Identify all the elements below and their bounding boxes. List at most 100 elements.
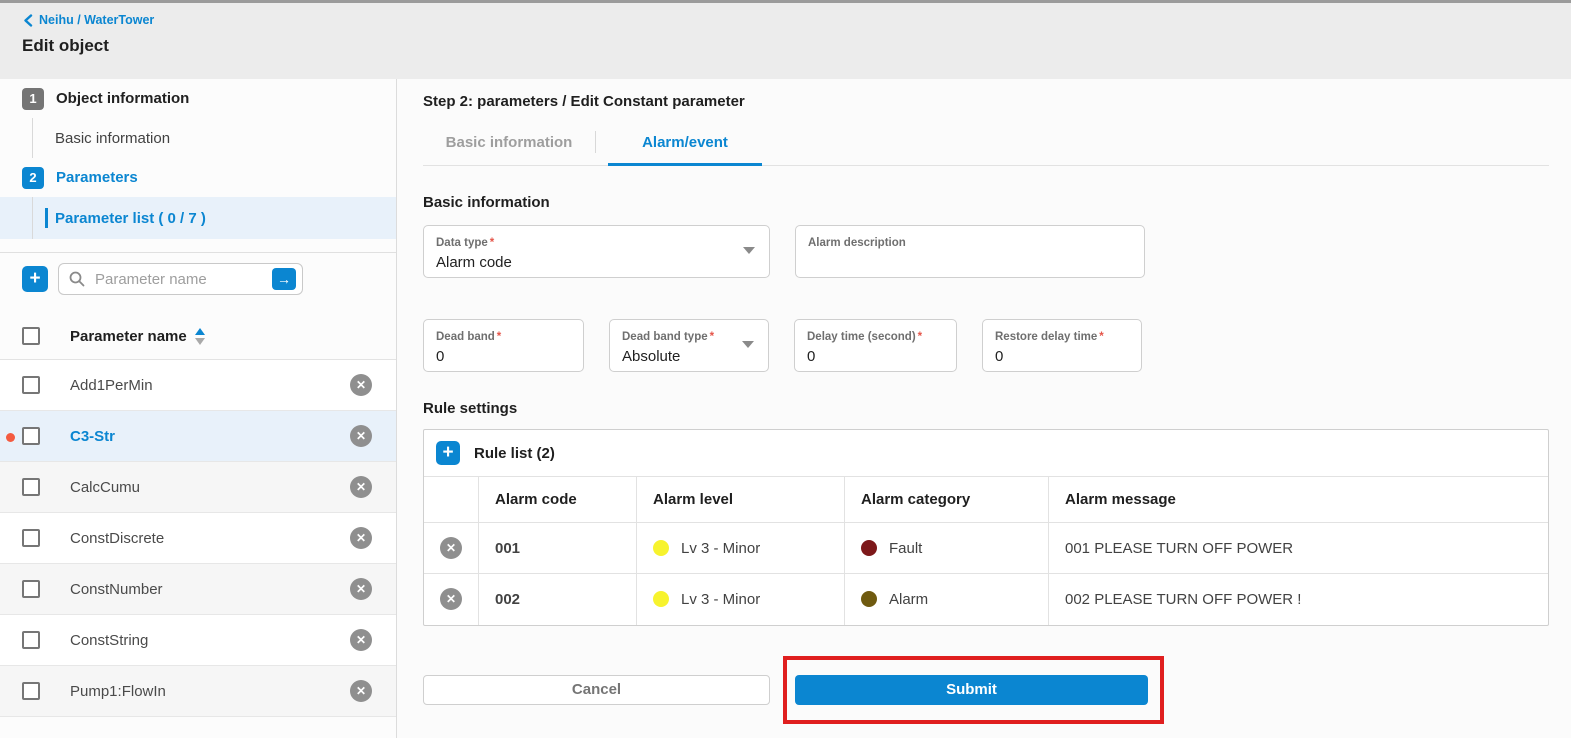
list-item[interactable]: CalcCumu ✕ (0, 462, 396, 513)
delete-parameter-icon[interactable]: ✕ (350, 425, 372, 447)
select-all-checkbox[interactable] (22, 327, 40, 345)
parameter-name-column-header: Parameter name (70, 328, 187, 345)
restore-delay-time-label: Restore delay time (995, 331, 1097, 343)
cancel-button[interactable]: Cancel (423, 675, 770, 705)
alarm-code-column-header: Alarm code (479, 477, 637, 523)
alarm-message-cell: 001 PLEASE TURN OFF POWER (1049, 523, 1549, 574)
step-parameters[interactable]: 2 Parameters (0, 158, 396, 197)
rule-list-panel: + Rule list (2) Alarm code Alarm level A… (423, 429, 1549, 626)
required-mark: * (918, 331, 922, 343)
parameter-name: Add1PerMin (70, 377, 153, 394)
search-input[interactable] (58, 263, 303, 295)
submit-button[interactable]: Submit (795, 675, 1148, 705)
page-title: Edit object (22, 36, 1571, 56)
step-2-badge: 2 (22, 167, 44, 189)
delete-rule-icon[interactable]: ✕ (440, 537, 462, 559)
dead-band-field[interactable]: Dead band* 0 (423, 319, 584, 372)
parameter-list: Add1PerMin ✕ C3-Str ✕ CalcCumu ✕ ConstDi… (0, 359, 396, 717)
basic-information-heading: Basic information (423, 194, 1549, 211)
dead-band-label: Dead band (436, 331, 495, 343)
list-item[interactable]: Pump1:FlowIn ✕ (0, 666, 396, 717)
row-checkbox[interactable] (22, 478, 40, 496)
parameter-name: ConstNumber (70, 581, 163, 598)
chevron-down-icon (742, 341, 754, 348)
alarm-description-field[interactable]: Alarm description (795, 225, 1145, 278)
data-type-label: Data type (436, 237, 488, 249)
data-type-select[interactable]: Data type* Alarm code (423, 225, 770, 278)
delete-rule-icon[interactable]: ✕ (440, 588, 462, 610)
sidebar-item-parameter-list[interactable]: Parameter list ( 0 / 7 ) (0, 197, 396, 239)
alarm-level-cell: Lv 3 - Minor (637, 574, 845, 625)
list-item[interactable]: ConstDiscrete ✕ (0, 513, 396, 564)
alarm-code-cell: 002 (479, 574, 637, 625)
parameter-name: ConstString (70, 632, 148, 649)
row-checkbox[interactable] (22, 682, 40, 700)
dead-band-value: 0 (436, 348, 571, 365)
delay-time-label: Delay time (second) (807, 331, 916, 343)
required-mark: * (497, 331, 501, 343)
parameter-name: C3-Str (70, 428, 115, 445)
parameter-list-label: Parameter list ( 0 / 7 ) (55, 210, 206, 227)
delete-parameter-icon[interactable]: ✕ (350, 476, 372, 498)
alarm-category-text: Alarm (889, 591, 928, 608)
restore-delay-time-field[interactable]: Restore delay time* 0 (982, 319, 1142, 372)
alarm-description-label: Alarm description (808, 237, 906, 249)
alarm-category-cell: Alarm (845, 574, 1049, 625)
list-item[interactable]: ConstNumber ✕ (0, 564, 396, 615)
required-mark: * (710, 331, 714, 343)
step-1-badge: 1 (22, 88, 44, 110)
alarm-category-text: Fault (889, 540, 922, 557)
list-item-selected[interactable]: C3-Str ✕ (0, 411, 396, 462)
alarm-level-cell: Lv 3 - Minor (637, 523, 845, 574)
delete-column-header (424, 477, 479, 523)
alarm-category-cell: Fault (845, 523, 1049, 574)
dead-band-type-select[interactable]: Dead band type* Absolute (609, 319, 769, 372)
row-checkbox[interactable] (22, 376, 40, 394)
delete-parameter-icon[interactable]: ✕ (350, 578, 372, 600)
dead-band-type-label: Dead band type (622, 331, 708, 343)
unsaved-changes-dot (6, 433, 15, 442)
sort-toggle[interactable] (195, 328, 205, 345)
category-color-dot (861, 591, 877, 607)
delete-parameter-icon[interactable]: ✕ (350, 680, 372, 702)
delay-time-value: 0 (807, 348, 944, 365)
row-checkbox[interactable] (22, 529, 40, 547)
delete-parameter-icon[interactable]: ✕ (350, 527, 372, 549)
category-color-dot (861, 540, 877, 556)
page-header: Neihu / WaterTower Edit object (0, 3, 1571, 79)
parameter-name: CalcCumu (70, 479, 140, 496)
breadcrumb-label: Neihu / WaterTower (39, 13, 154, 27)
alarm-message-column-header: Alarm message (1049, 477, 1549, 523)
data-type-value: Alarm code (436, 254, 757, 271)
add-parameter-button[interactable]: + (22, 266, 48, 292)
add-rule-button[interactable]: + (436, 441, 460, 465)
back-chevron-icon (22, 14, 35, 27)
step-breadcrumb-title: Step 2: parameters / Edit Constant param… (423, 93, 1549, 110)
row-checkbox[interactable] (22, 580, 40, 598)
tab-basic-information[interactable]: Basic information (423, 124, 595, 165)
step-object-information[interactable]: 1 Object information (0, 79, 396, 118)
parameter-name: ConstDiscrete (70, 530, 164, 547)
search-icon (69, 271, 85, 292)
sidebar-item-basic-information[interactable]: Basic information (0, 118, 396, 158)
delay-time-field[interactable]: Delay time (second)* 0 (794, 319, 957, 372)
table-row[interactable]: ✕ 002 Lv 3 - Minor Alarm 002 PLEASE TURN… (424, 574, 1548, 625)
alarm-level-column-header: Alarm level (637, 477, 845, 523)
row-checkbox[interactable] (22, 631, 40, 649)
tab-alarm-event[interactable]: Alarm/event (596, 124, 774, 165)
row-checkbox[interactable] (22, 427, 40, 445)
list-item[interactable]: Add1PerMin ✕ (0, 360, 396, 411)
delete-parameter-icon[interactable]: ✕ (350, 374, 372, 396)
delete-parameter-icon[interactable]: ✕ (350, 629, 372, 651)
search-go-button[interactable]: → (272, 268, 296, 290)
table-row[interactable]: ✕ 001 Lv 3 - Minor Fault 001 PLEASE TURN… (424, 523, 1548, 574)
alarm-level-text: Lv 3 - Minor (681, 591, 760, 608)
required-mark: * (1099, 331, 1103, 343)
chevron-down-icon (743, 247, 755, 254)
rule-settings-heading: Rule settings (423, 400, 1549, 417)
alarm-code-cell: 001 (479, 523, 637, 574)
tab-bar: Basic information Alarm/event (423, 124, 1549, 166)
list-item[interactable]: ConstString ✕ (0, 615, 396, 666)
breadcrumb[interactable]: Neihu / WaterTower (22, 13, 1571, 27)
alarm-message-cell: 002 PLEASE TURN OFF POWER ! (1049, 574, 1549, 625)
